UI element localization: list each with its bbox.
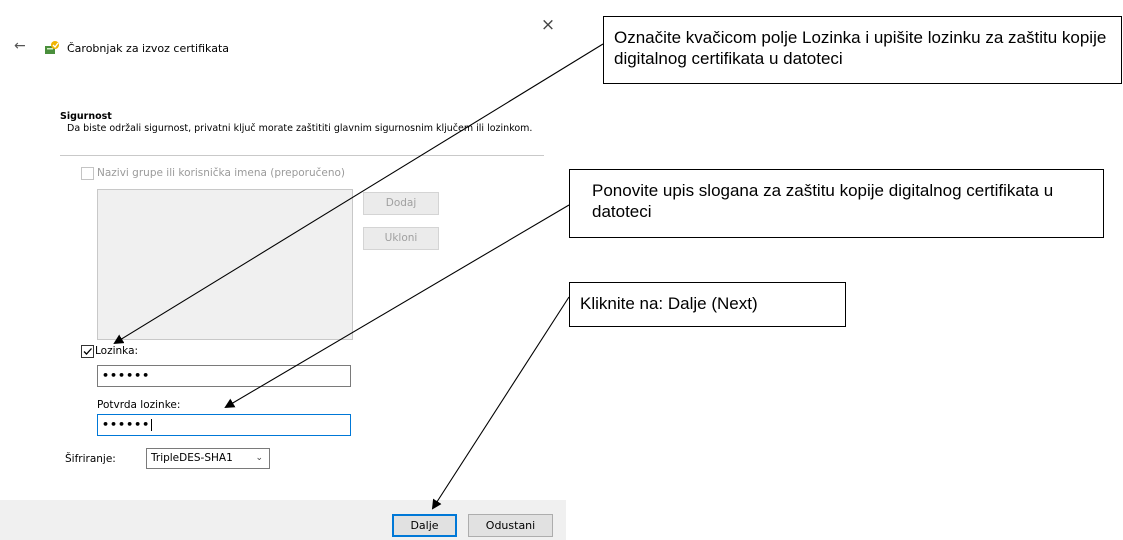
arrow-to-next-button: [431, 296, 570, 510]
arrow-to-password-checkbox: [113, 43, 604, 345]
annotation-arrows: [113, 43, 604, 510]
